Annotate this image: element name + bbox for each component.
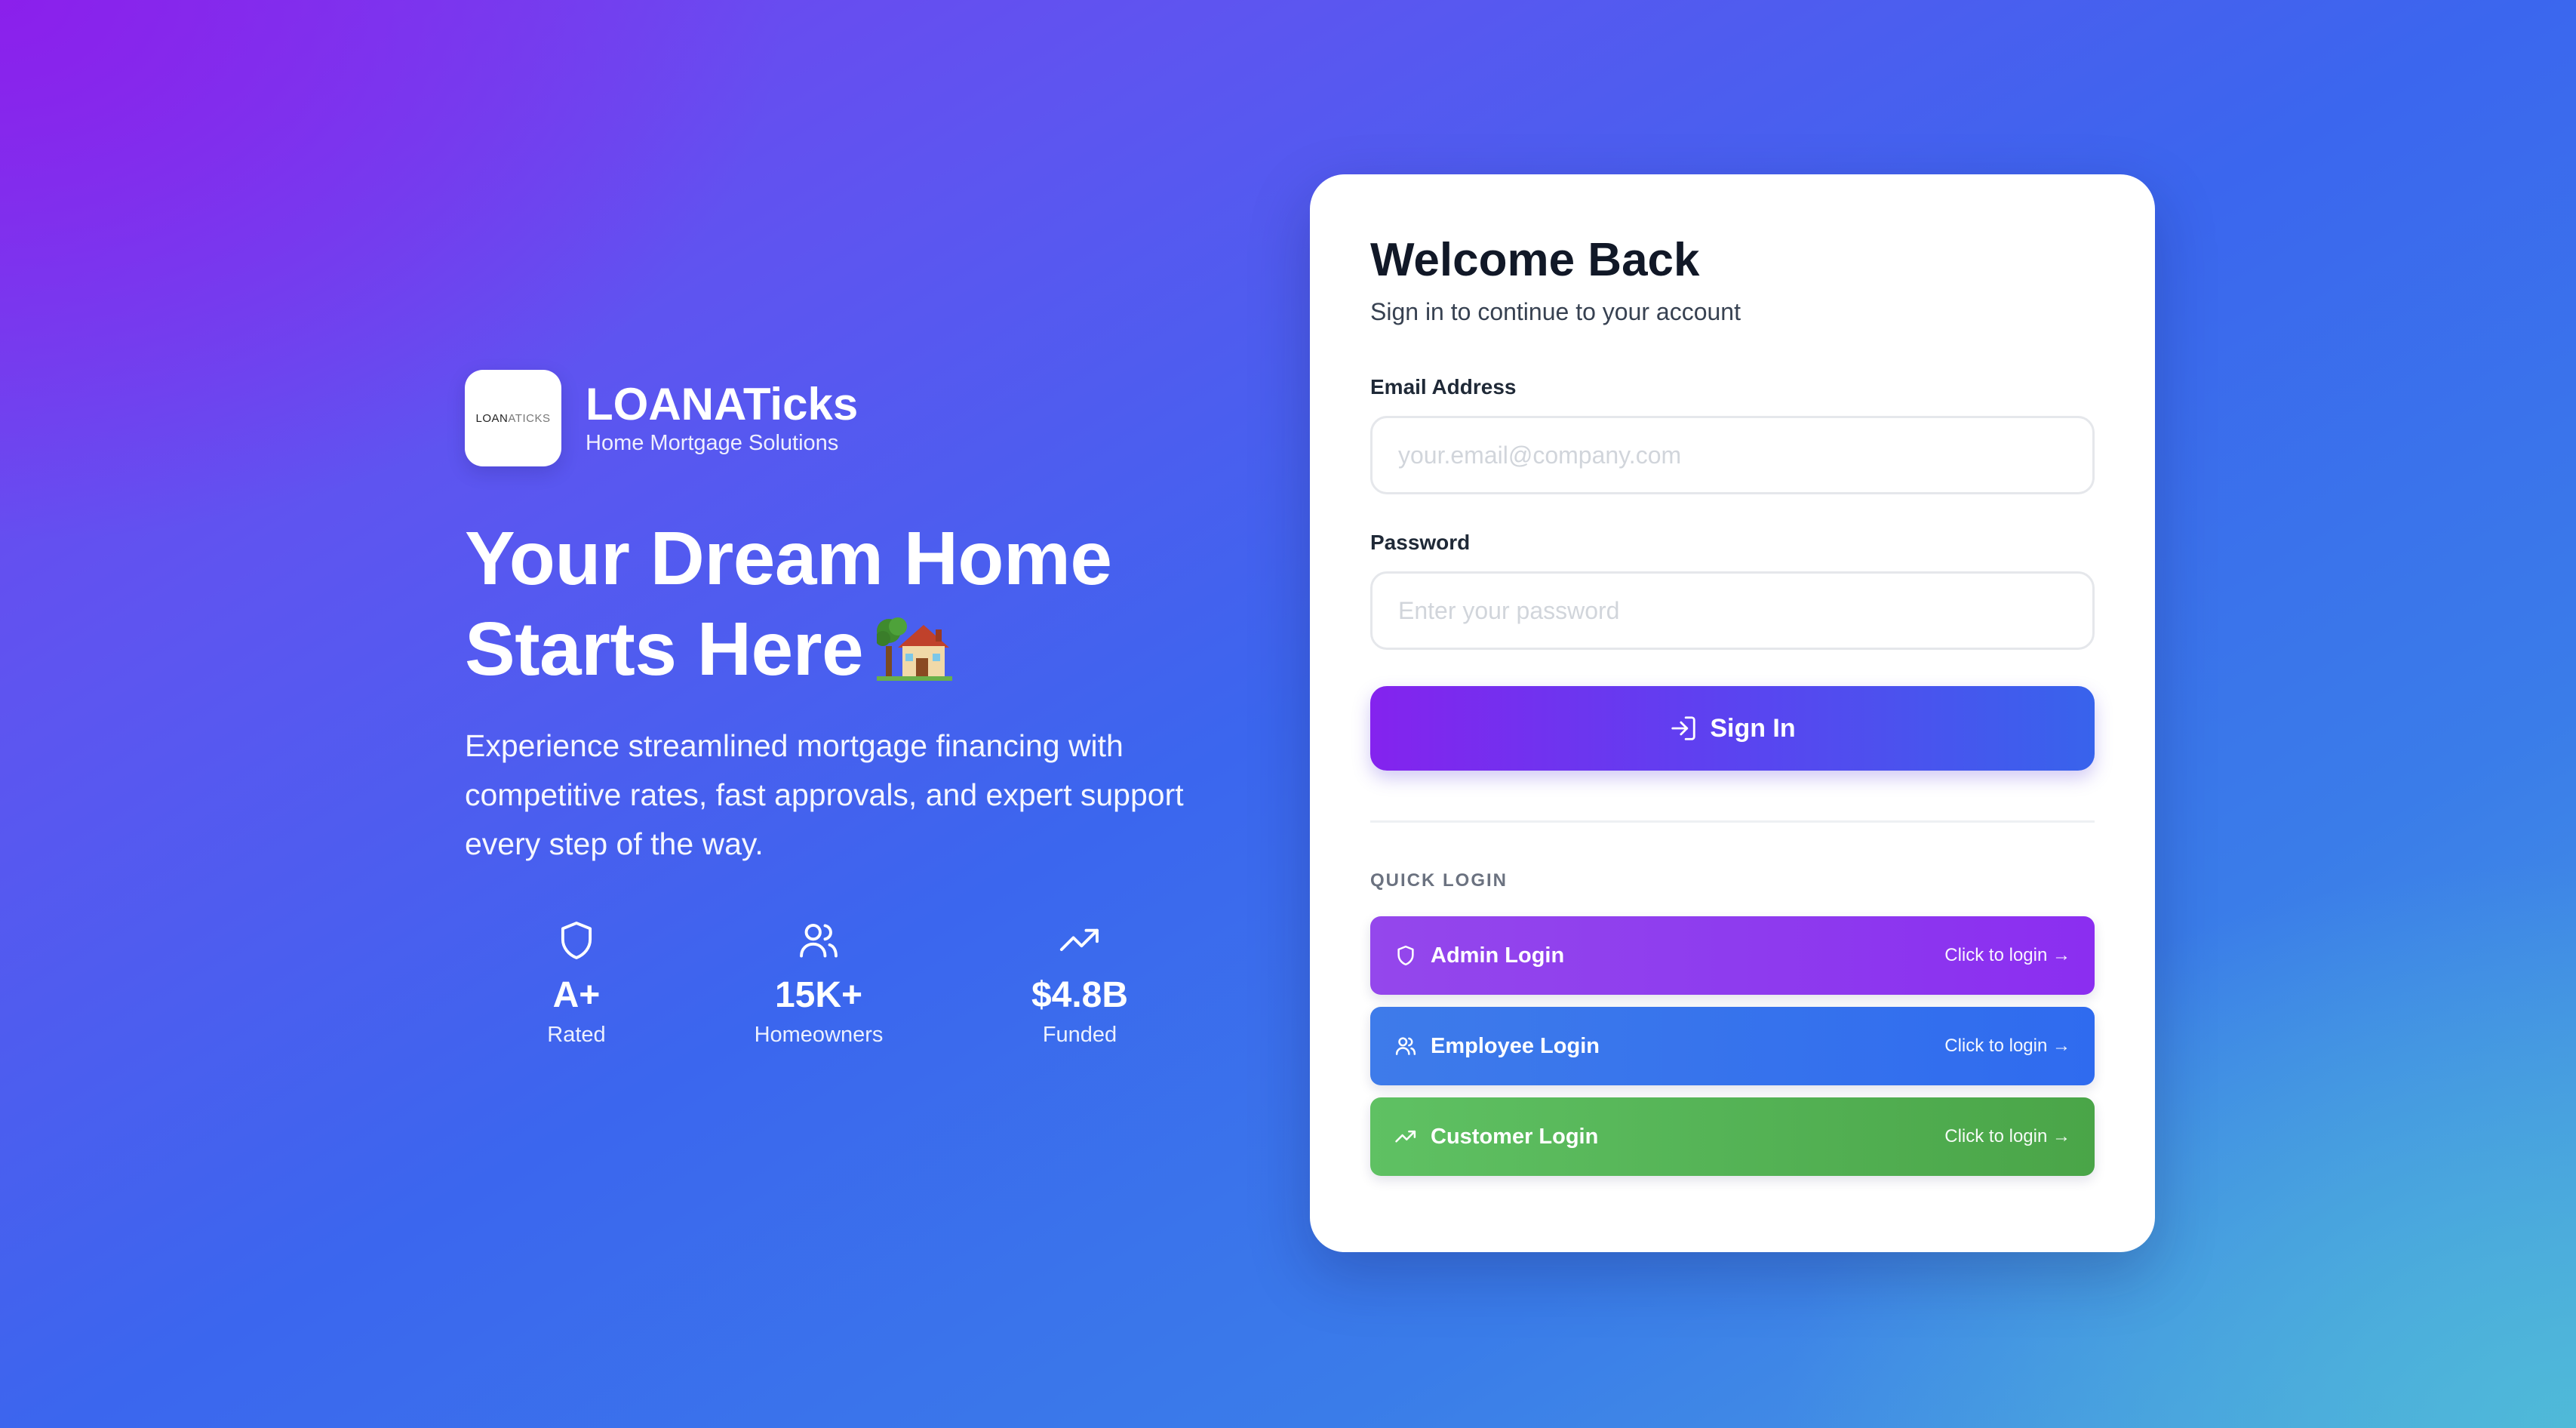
users-icon bbox=[1395, 1037, 1416, 1055]
email-label: Email Address bbox=[1370, 375, 1517, 399]
sign-in-label: Sign In bbox=[1710, 713, 1796, 743]
stat-funded: $4.8B Funded bbox=[949, 919, 1210, 1048]
quick-login-heading: QUICK LOGIN bbox=[1370, 870, 1508, 891]
password-label: Password bbox=[1370, 531, 1471, 554]
login-title: Welcome Back bbox=[1370, 234, 1700, 286]
shield-icon bbox=[561, 922, 592, 959]
users-icon bbox=[800, 924, 838, 958]
login-card: Welcome Back Sign in to continue to your… bbox=[1310, 174, 2155, 1252]
hero-headline-line2: Starts Here bbox=[465, 607, 864, 691]
brand-logo: LOANATICKS bbox=[465, 370, 561, 466]
stat-value: $4.8B bbox=[1031, 975, 1129, 1015]
trending-up-icon bbox=[1059, 928, 1099, 952]
brand-name: LOANATicks bbox=[586, 379, 859, 429]
log-in-icon bbox=[1671, 716, 1696, 740]
stats-row: A+ Rated 15K+ Homeowners $4.8B Funded bbox=[465, 919, 1219, 1048]
stat-label: Rated bbox=[547, 1023, 606, 1047]
login-subtitle: Sign in to continue to your account bbox=[1370, 298, 1741, 325]
brand-logo-light: ATICKS bbox=[508, 411, 551, 425]
brand: LOANATICKS LOANATicks Home Mortgage Solu… bbox=[465, 370, 1219, 466]
hero-headline-line1: Your Dream Home bbox=[465, 516, 1112, 601]
brand-logo-bold: LOAN bbox=[475, 411, 509, 425]
house-emoji-icon bbox=[877, 617, 953, 681]
stat-homeowners: 15K+ Homeowners bbox=[688, 919, 949, 1048]
email-field[interactable] bbox=[1370, 416, 2095, 494]
sign-in-button[interactable]: Sign In bbox=[1370, 686, 2095, 771]
employee-login-button[interactable]: Employee Login Click to login → bbox=[1370, 1007, 2095, 1085]
stat-label: Homeowners bbox=[754, 1023, 884, 1047]
quick-login-cta: Click to login → bbox=[1944, 1036, 2070, 1056]
customer-login-button[interactable]: Customer Login Click to login → bbox=[1370, 1097, 2095, 1176]
brand-tagline: Home Mortgage Solutions bbox=[586, 431, 839, 455]
quick-login-cta: Click to login → bbox=[1944, 945, 2070, 965]
brand-logo-wordmark: LOANATICKS bbox=[476, 412, 551, 425]
stat-value: A+ bbox=[552, 975, 601, 1015]
password-field[interactable] bbox=[1370, 571, 2095, 650]
trending-up-icon bbox=[1395, 1130, 1416, 1143]
quick-login-name: Admin Login bbox=[1431, 943, 1565, 968]
hero-panel: LOANATICKS LOANATicks Home Mortgage Solu… bbox=[465, 370, 1219, 1048]
admin-login-button[interactable]: Admin Login Click to login → bbox=[1370, 916, 2095, 995]
quick-login-name: Employee Login bbox=[1431, 1033, 1600, 1058]
quick-login-cta: Click to login → bbox=[1944, 1126, 2070, 1146]
stat-rated: A+ Rated bbox=[465, 919, 688, 1048]
stat-value: 15K+ bbox=[774, 975, 863, 1015]
divider bbox=[1370, 820, 2095, 823]
stat-label: Funded bbox=[1042, 1023, 1117, 1047]
quick-login-name: Customer Login bbox=[1431, 1124, 1599, 1149]
hero-headline: Your Dream Home Starts Here bbox=[465, 513, 1219, 694]
shield-icon bbox=[1397, 945, 1414, 966]
hero-description: Experience streamlined mortgage financin… bbox=[465, 728, 1184, 861]
